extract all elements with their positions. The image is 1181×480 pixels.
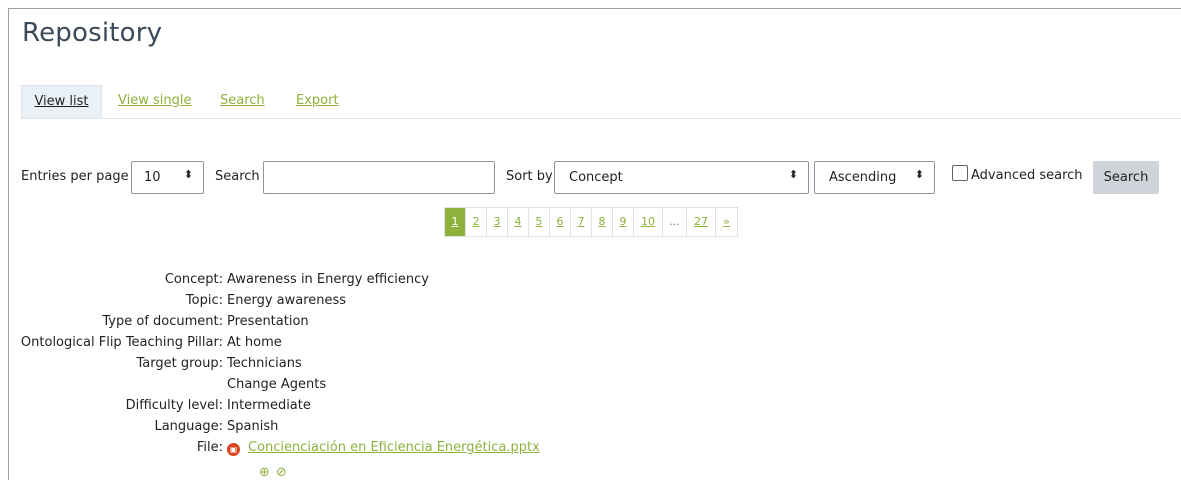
concept-label: Concept: (164, 272, 223, 287)
file-download-link[interactable]: Concienciación en Eficiencia Energética.… (248, 440, 540, 455)
pillar-label: Ontological Flip Teaching Pillar: (20, 335, 223, 350)
concept-value: Awareness in Energy efficiency (227, 272, 429, 287)
language-row: Language: Spanish (0, 419, 700, 439)
sort-order-select[interactable]: Ascending ⬍ (814, 161, 935, 194)
file-label: File: (196, 440, 223, 455)
sort-by-select[interactable]: Concept ⬍ (554, 161, 809, 194)
sort-by-label: Sort by (506, 169, 553, 184)
tab-search[interactable]: Search (220, 85, 265, 118)
difficulty-label: Difficulty level: (125, 398, 223, 413)
advanced-search-label: Advanced search (971, 168, 1083, 183)
topic-label: Topic: (185, 293, 223, 308)
language-label: Language: (154, 419, 223, 434)
pillar-row: Ontological Flip Teaching Pillar: At hom… (0, 335, 700, 355)
select-arrow-icon: ⬍ (788, 168, 798, 181)
page-link-next[interactable]: » (716, 208, 737, 236)
page-title: Repository (22, 18, 163, 48)
topic-row: Topic: Energy awareness (0, 293, 700, 313)
file-actions: ⊕ ⊘ (259, 465, 293, 480)
difficulty-row: Difficulty level: Intermediate (0, 398, 700, 418)
pillar-value: At home (227, 335, 282, 350)
page-link-6[interactable]: 6 (550, 208, 571, 236)
tab-view-list[interactable]: View list (21, 85, 102, 118)
entries-per-page-label: Entries per page (21, 169, 129, 184)
topic-value: Energy awareness (227, 293, 347, 308)
page-link-7[interactable]: 7 (571, 208, 592, 236)
page-ellipsis: ... (663, 208, 687, 236)
page-link-1[interactable]: 1 (445, 208, 466, 236)
target-group-value: Change Agents (227, 377, 327, 392)
search-label: Search (215, 169, 260, 184)
sort-order-value: Ascending (829, 170, 897, 185)
search-button[interactable]: Search (1093, 161, 1159, 194)
language-value: Spanish (227, 419, 279, 434)
tab-view-single[interactable]: View single (118, 85, 191, 118)
search-input[interactable] (263, 161, 495, 194)
entries-per-page-value: 10 (144, 170, 161, 185)
page-link-5[interactable]: 5 (529, 208, 550, 236)
doc-type-label: Type of document: (102, 314, 223, 329)
page-link-10[interactable]: 10 (634, 208, 663, 236)
select-arrow-icon: ⬍ (183, 168, 193, 181)
target-group-row-2: Change Agents (0, 377, 700, 397)
page-link-3[interactable]: 3 (487, 208, 508, 236)
page-link-27[interactable]: 27 (687, 208, 716, 236)
doc-type-row: Type of document: Presentation (0, 314, 700, 334)
target-group-label: Target group: (136, 356, 224, 371)
page-link-2[interactable]: 2 (466, 208, 487, 236)
tab-export[interactable]: Export (296, 85, 339, 118)
doc-type-value: Presentation (227, 314, 309, 329)
tab-bar: View list View single Search Export (21, 85, 1181, 119)
page-link-9[interactable]: 9 (613, 208, 634, 236)
target-group-row: Target group: Technicians (0, 356, 700, 376)
page-link-4[interactable]: 4 (508, 208, 529, 236)
file-type-icon: ▣ (227, 443, 240, 456)
zoom-icon[interactable]: ⊕ (259, 465, 270, 480)
sort-by-value: Concept (569, 170, 623, 185)
concept-row: Concept: Awareness in Energy efficiency (0, 272, 700, 292)
file-row: File: ▣ Concienciación en Eficiencia Ener… (0, 440, 700, 460)
pagination: 1 2 3 4 5 6 7 8 9 10 ... 27 » (444, 207, 738, 237)
disable-icon[interactable]: ⊘ (276, 465, 287, 480)
file-value: ▣ Concienciación en Eficiencia Energética… (227, 440, 540, 456)
difficulty-value: Intermediate (227, 398, 311, 413)
page-link-8[interactable]: 8 (592, 208, 613, 236)
select-arrow-icon: ⬍ (914, 168, 924, 181)
advanced-search-checkbox[interactable] (952, 165, 968, 181)
entries-per-page-select[interactable]: 10 ⬍ (131, 161, 204, 194)
target-group-value: Technicians (227, 356, 302, 371)
